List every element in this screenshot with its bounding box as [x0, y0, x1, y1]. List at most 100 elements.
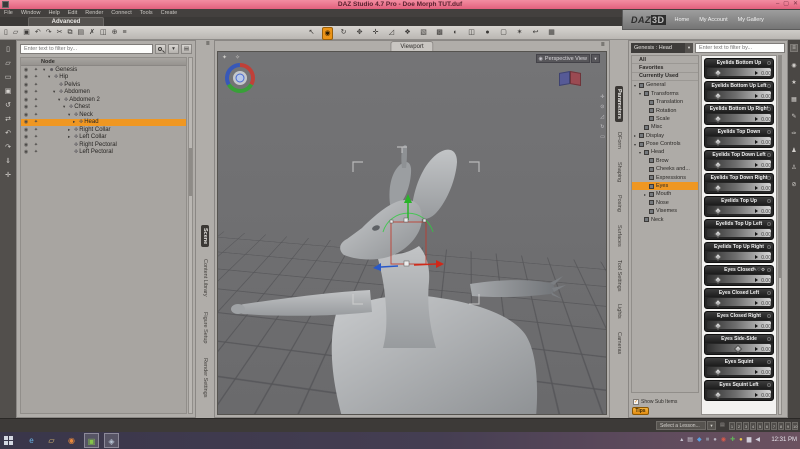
view-cube-right-face[interactable] [570, 71, 581, 86]
general-group-icon[interactable]: ▦ [791, 96, 797, 103]
slider-knob[interactable] [713, 321, 723, 331]
surface-selection-tool-icon[interactable]: ▧ [418, 27, 429, 40]
slider-nudge-icon[interactable] [755, 163, 758, 167]
save-icon[interactable]: ▣ [23, 28, 30, 38]
slider-info-icon[interactable] [767, 61, 771, 65]
parameter-group-row[interactable]: All [632, 56, 698, 65]
tray-app-green-icon[interactable]: ✚ [730, 436, 735, 445]
scene-filter-input[interactable] [20, 44, 153, 54]
parameter-slider[interactable]: Eyelids Top Up Right ✎♡⚙ 0.00 [704, 242, 774, 263]
selectability-icon[interactable]: ✦ [31, 82, 41, 88]
selectability-icon[interactable]: ✦ [31, 97, 41, 103]
slider-knob[interactable] [733, 344, 743, 354]
visibility-eye-icon[interactable]: ◉ [21, 97, 31, 103]
tray-app-yellow-icon[interactable]: ● [739, 436, 743, 445]
lesson-dropdown-arrow-icon[interactable]: ▾ [707, 421, 716, 430]
parameter-group-row[interactable]: Nose [632, 199, 698, 207]
cut-icon[interactable]: ✂ [57, 28, 63, 38]
slider-info-icon[interactable] [767, 314, 771, 318]
key-icon[interactable]: ✑ [791, 130, 796, 137]
visibility-eye-icon[interactable]: ◉ [21, 89, 31, 95]
selectability-icon[interactable]: ✦ [31, 74, 41, 80]
slider-nudge-icon[interactable] [755, 232, 758, 236]
maximize-button[interactable]: ▢ [783, 0, 789, 9]
lesson-page-button[interactable]: 2 [736, 422, 742, 430]
slider-info-icon[interactable] [767, 268, 771, 272]
headlamp-icon[interactable]: ✦ [222, 54, 227, 61]
slider-info-icon[interactable] [767, 291, 771, 295]
menu-item[interactable]: Connect [111, 10, 132, 16]
slider-nudge-icon[interactable] [755, 278, 758, 282]
slider-knob[interactable] [713, 114, 723, 124]
orbit-tool-icon[interactable]: ⊙ [600, 104, 605, 110]
slider-knob[interactable] [713, 390, 723, 400]
rotate-view-icon[interactable]: ↻ [600, 124, 605, 130]
slider-nudge-icon[interactable] [755, 393, 758, 397]
scene-node-row[interactable]: ◉ ✦ ▾ ✜ Hip [21, 74, 186, 82]
start-button[interactable] [4, 436, 14, 446]
parameter-group-row[interactable]: Misc [632, 123, 698, 131]
visibility-eye-icon[interactable]: ◉ [21, 142, 31, 148]
hidden-properties-icon[interactable]: ⊘ [791, 181, 796, 188]
slider-nudge-icon[interactable] [755, 94, 758, 98]
selectability-icon[interactable]: ✦ [31, 142, 41, 148]
scene-scrollbar[interactable] [188, 57, 193, 414]
tray-app-dark-icon[interactable]: ■ [706, 436, 710, 445]
slider-info-icon[interactable] [767, 383, 771, 387]
redo-icon[interactable]: ↷ [46, 28, 52, 38]
slider-info-icon[interactable] [767, 84, 771, 88]
export-icon[interactable]: ⇄ [5, 115, 11, 123]
parameter-group-row[interactable]: Eyes [632, 181, 698, 191]
menu-item[interactable]: Create [161, 10, 178, 16]
parameter-slider[interactable]: Eyes Squint ✎♡⚙ 0.00 [704, 357, 774, 378]
lesson-page-button[interactable]: 7 [771, 422, 777, 430]
selectability-icon[interactable]: ✦ [31, 89, 41, 95]
parameter-group-row[interactable]: Translation [632, 98, 698, 106]
pan-tool-icon[interactable]: ✛ [600, 94, 605, 100]
slider-info-icon[interactable] [767, 199, 771, 203]
left-pane-tab[interactable]: Render Settings [201, 355, 209, 400]
doe-figure-render[interactable] [218, 52, 607, 415]
lesson-page-button[interactable]: 6 [764, 422, 770, 430]
visibility-eye-icon[interactable]: ◉ [21, 134, 31, 140]
frame-icon[interactable]: ▢ [498, 27, 509, 40]
lesson-page-button[interactable]: 10 [792, 422, 798, 430]
parameter-group-row[interactable]: ▸ Mouth [632, 190, 698, 198]
minimize-button[interactable]: – [776, 0, 779, 9]
slider-nudge-icon[interactable] [755, 347, 758, 351]
selectability-icon[interactable]: ✦ [31, 134, 41, 140]
restore-icon[interactable]: ↩ [530, 27, 541, 40]
right-pane-tab[interactable]: Parameters [615, 86, 623, 122]
right-pane-tab[interactable]: Tool Settings [615, 257, 623, 295]
sliders-scrollbar[interactable] [778, 55, 782, 415]
parameters-filter-input[interactable] [695, 43, 785, 53]
daz-link[interactable]: My Gallery [738, 17, 764, 23]
slider-knob[interactable] [713, 68, 723, 78]
parameter-slider[interactable]: Eyes Closed Left ✎♡⚙ 0.00 [704, 288, 774, 309]
slider-info-icon[interactable] [767, 130, 771, 134]
slider-knob[interactable] [713, 229, 723, 239]
daz-link[interactable]: Home [675, 17, 690, 23]
scene-node-row[interactable]: ◉ ✦ ✜ Pelvis [21, 81, 186, 89]
view-selector-dropdown-icon[interactable]: ▾ [591, 54, 600, 63]
lesson-page-button[interactable]: 4 [750, 422, 756, 430]
network-tray-icon[interactable]: ▆ [747, 436, 752, 445]
menu-item[interactable]: Window [21, 10, 41, 16]
tray-app-blue-icon[interactable]: ◆ [697, 436, 702, 445]
right-pane-tab[interactable]: Posing [615, 192, 623, 215]
left-pane-tab[interactable]: Scene [201, 225, 209, 248]
taskbar-clock[interactable]: 12:31 PM [771, 437, 797, 443]
visibility-eye-icon[interactable]: ◉ [21, 67, 31, 73]
slider-knob[interactable] [713, 160, 723, 170]
viewport-options-icon[interactable]: ≣ [601, 42, 605, 48]
left-pane-tab[interactable]: Figure Setup [201, 309, 209, 347]
open-icon[interactable]: ▱ [5, 59, 10, 67]
slider-knob[interactable] [713, 298, 723, 308]
visibility-eye-icon[interactable]: ◉ [21, 82, 31, 88]
parameter-slider[interactable]: Eyelids Top Up Left ✎♡⚙ 0.00 [704, 219, 774, 240]
shaping-preset-icon[interactable]: ♙ [791, 164, 796, 171]
lesson-page-button[interactable]: 3 [743, 422, 749, 430]
parameter-group-row[interactable]: Neck [632, 215, 698, 223]
edit-mode-icon[interactable]: ✎ [791, 113, 796, 120]
slider-nudge-icon[interactable] [755, 324, 758, 328]
